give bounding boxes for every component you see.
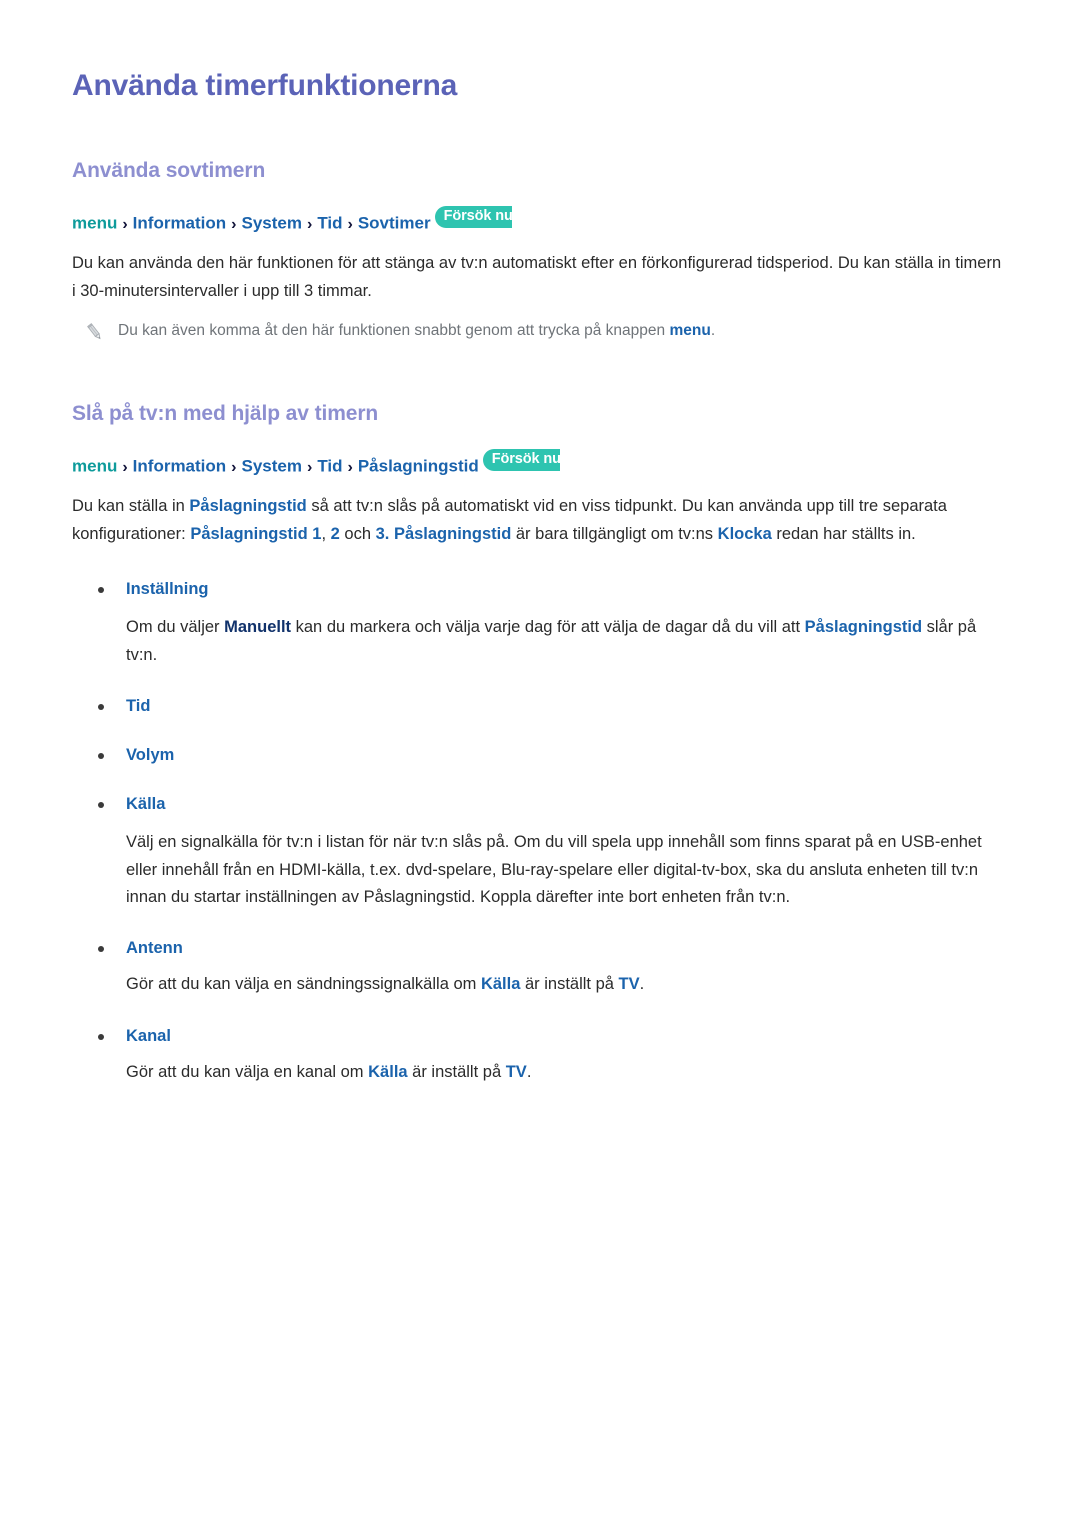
desc-part-4: och	[339, 524, 376, 543]
kanal-highlight-tv: TV	[505, 1062, 527, 1081]
page-title: Använda timerfunktionerna	[72, 69, 458, 102]
bullet-dot-icon	[98, 587, 104, 594]
installning-highlight-paslagningstid: Påslagningstid	[804, 618, 923, 637]
installning-highlight-manuellt: Manuellt	[224, 618, 292, 637]
desc-highlight-4: 3. Påslagningstid	[375, 524, 512, 543]
chevron-right-icon: ›	[347, 215, 353, 233]
section-heading-paslagningstid: Slå på tv:n med hjälp av timern	[72, 402, 379, 426]
bullet-label-volym: Volym	[126, 746, 175, 765]
pencil-icon	[84, 321, 106, 343]
chevron-right-icon: ›	[231, 215, 237, 233]
kanal-highlight-kalla: Källa	[368, 1062, 408, 1081]
kanal-part-1: Gör att du kan välja en kanal om	[126, 1062, 369, 1081]
desc-highlight-1: Påslagningstid	[189, 497, 307, 516]
list-item-kanal: Kanal	[98, 1025, 1010, 1048]
desc-part-6: redan har ställts in.	[771, 524, 916, 543]
breadcrumb-item-system[interactable]: System	[242, 457, 302, 476]
installning-part-2: kan du markera och välja varje dag för a…	[291, 618, 805, 637]
chevron-right-icon: ›	[306, 459, 313, 476]
kanal-part-3: .	[526, 1062, 532, 1081]
breadcrumb-item-tid[interactable]: Tid	[317, 457, 342, 476]
note-text-before: Du kan även komma åt den här funktionen …	[118, 322, 670, 340]
chevron-right-icon: ›	[231, 459, 237, 476]
list-item-volym: Volym	[98, 744, 1010, 767]
list-item-antenn: Antenn	[98, 937, 1010, 960]
antenn-part-1: Gör att du kan välja en sändningssignalk…	[126, 975, 481, 994]
list-item-tid: Tid	[98, 695, 1010, 718]
try-now-badge-clip: Försök nu	[479, 447, 560, 472]
chevron-right-icon: ›	[347, 459, 353, 476]
antenn-part-2: är inställt på	[520, 975, 619, 994]
antenn-highlight-tv: TV	[618, 975, 640, 994]
antenn-highlight-kalla: Källa	[480, 975, 521, 994]
bullet-dot-icon	[98, 946, 104, 953]
try-now-badge-clip: Försök nu	[431, 204, 512, 229]
bullet-body-installning: Om du väljer Manuellt kan du markera och…	[126, 614, 1006, 669]
breadcrumb-item-paslagningstid[interactable]: Påslagningstid	[358, 457, 479, 476]
bullet-label-tid: Tid	[126, 696, 151, 715]
desc-part-5: är bara tillgängligt om tv:ns	[511, 524, 718, 543]
desc-highlight-3: 2	[330, 524, 340, 543]
bullet-label-kalla: Källa	[126, 795, 166, 814]
desc-part-3: ,	[321, 524, 331, 543]
note-text-after: .	[710, 322, 716, 340]
try-now-badge[interactable]: Försök nu	[482, 449, 560, 471]
breadcrumb-paslagningstid: menu › Information › System › Tid › Påslagningst…	[72, 447, 1010, 479]
desc-highlight-5: Klocka	[717, 524, 772, 543]
bullet-body-antenn: Gör att du kan välja en sändningssignalk…	[126, 971, 1006, 998]
desc-highlight-2: Påslagningstid 1	[190, 524, 322, 543]
antenn-part-3: .	[639, 975, 645, 994]
breadcrumb-root-menu[interactable]: menu	[72, 214, 117, 233]
breadcrumb-item-tid[interactable]: Tid	[317, 214, 342, 233]
bullet-label-antenn: Antenn	[126, 939, 183, 958]
installning-part-1: Om du väljer	[126, 618, 225, 637]
breadcrumb-item-sovtimer[interactable]: Sovtimer	[358, 214, 431, 233]
list-item-installning: Inställning	[98, 578, 1010, 601]
breadcrumb-item-information[interactable]: Information	[133, 457, 227, 476]
chevron-right-icon: ›	[122, 215, 128, 233]
bullet-label-installning: Inställning	[126, 580, 209, 599]
paslagningstid-description: Du kan ställa in Påslagningstid så att t…	[72, 493, 1004, 548]
kanal-part-2: är inställt på	[407, 1062, 506, 1081]
chevron-right-icon: ›	[122, 459, 128, 476]
sovtimer-description: Du kan använda den här funktionen för at…	[72, 254, 1002, 300]
chevron-right-icon: ›	[306, 215, 313, 233]
breadcrumb-sovtimer: menu › Information › System › Tid › Sovtimer Förs…	[72, 204, 1010, 236]
bullet-dot-icon	[98, 753, 104, 760]
bullet-label-kanal: Kanal	[126, 1026, 171, 1045]
bullet-body-kanal: Gör att du kan välja en kanal om Källa ä…	[126, 1059, 1006, 1086]
bullet-body-kalla: Välj en signalkälla för tv:n i listan fö…	[126, 833, 982, 907]
try-now-badge[interactable]: Försök nu	[434, 206, 512, 228]
breadcrumb-root-menu[interactable]: menu	[72, 457, 117, 476]
desc-part-1: Du kan ställa in	[72, 497, 190, 516]
bullet-dot-icon	[98, 1033, 104, 1040]
document-page: Använda timerfunktionerna Använda sovtim…	[0, 0, 1080, 1527]
breadcrumb-item-information[interactable]: Information	[133, 214, 227, 233]
section-heading-sovtimern: Använda sovtimern	[72, 159, 266, 182]
list-item-kalla: Källa	[98, 793, 1010, 816]
note-sovtimer-text: Du kan även komma åt den här funktionen …	[118, 319, 715, 343]
note-sovtimer: Du kan även komma åt den här funktionen …	[84, 319, 1010, 343]
bullet-dot-icon	[98, 703, 104, 710]
note-highlight-menu: menu	[669, 322, 711, 340]
breadcrumb-item-system[interactable]: System	[242, 214, 302, 233]
bullet-dot-icon	[98, 802, 104, 809]
